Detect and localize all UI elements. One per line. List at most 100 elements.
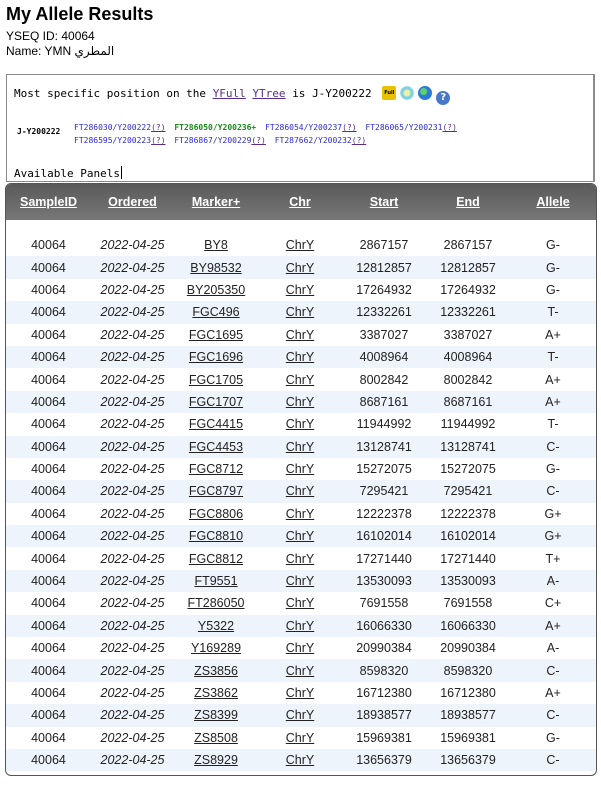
cell-sampleid: 40064 <box>6 547 91 570</box>
cell-marker: FGC8712 <box>174 457 258 481</box>
chr-link[interactable]: ChrY <box>286 574 314 588</box>
chr-link[interactable]: ChrY <box>286 350 314 364</box>
cell-start: 7295421 <box>342 480 426 503</box>
chr-link[interactable]: ChrY <box>286 596 314 610</box>
snp-info-link[interactable]: (?) <box>151 123 165 132</box>
cell-chr: ChrY <box>258 457 342 481</box>
chr-link[interactable]: ChrY <box>286 686 314 700</box>
marker-link[interactable]: FGC4453 <box>189 440 243 454</box>
marker-link[interactable]: FGC1705 <box>189 373 243 387</box>
chr-link[interactable]: ChrY <box>286 238 314 252</box>
snp-info-link[interactable]: (?) <box>442 123 456 132</box>
marker-link[interactable]: FGC4415 <box>189 417 243 431</box>
cell-start: 16712380 <box>342 681 426 705</box>
marker-link[interactable]: ZS8929 <box>194 753 238 767</box>
haplogroup-label: J-Y200222 <box>17 127 61 136</box>
chr-link[interactable]: ChrY <box>286 641 314 655</box>
marker-link[interactable]: ZS3856 <box>194 664 238 678</box>
marker-link[interactable]: FGC8797 <box>189 484 243 498</box>
chr-link[interactable]: ChrY <box>286 529 314 543</box>
help-icon[interactable]: ? <box>436 91 451 105</box>
table-row: 40064 2022-04-25 FGC496 ChrY 12332261 1233226… <box>6 301 596 324</box>
chr-link[interactable]: ChrY <box>286 552 314 566</box>
chr-link[interactable]: ChrY <box>286 753 314 767</box>
cell-allele: G- <box>510 278 596 302</box>
ytree-link[interactable]: YTree <box>252 87 285 100</box>
chr-link[interactable]: ChrY <box>286 708 314 722</box>
cell-start: 3387027 <box>342 323 426 346</box>
chr-link[interactable]: ChrY <box>286 507 314 521</box>
marker-link[interactable]: BY205350 <box>187 283 245 297</box>
cell-ordered: 2022-04-25 <box>91 726 174 749</box>
table-row: 40064 2022-04-25 FGC1696 ChrY 4008964 4008964… <box>6 345 596 369</box>
marker-link[interactable]: ZS8399 <box>194 708 238 722</box>
marker-link[interactable]: FGC496 <box>192 305 239 319</box>
cell-chr: ChrY <box>258 413 342 436</box>
cell-end: 17264932 <box>426 278 510 302</box>
sort-chr[interactable]: Chr <box>258 184 342 220</box>
chr-link[interactable]: ChrY <box>286 664 314 678</box>
cell-chr: ChrY <box>258 480 342 503</box>
sort-marker[interactable]: Marker+ <box>174 184 258 220</box>
cell-allele: T- <box>510 413 596 436</box>
marker-link[interactable]: FGC1707 <box>189 395 243 409</box>
cell-ordered: 2022-04-25 <box>91 547 174 570</box>
customer-name: Name: YMN المطري <box>6 44 115 58</box>
sort-ordered[interactable]: Ordered <box>91 184 174 220</box>
chr-link[interactable]: ChrY <box>286 328 314 342</box>
cell-ordered: 2022-04-25 <box>91 301 174 324</box>
sort-start[interactable]: Start <box>342 184 426 220</box>
chr-link[interactable]: ChrY <box>286 462 314 476</box>
cell-end: 17271440 <box>426 547 510 570</box>
cell-end: 8002842 <box>426 368 510 391</box>
chr-link[interactable]: ChrY <box>286 373 314 387</box>
marker-link[interactable]: FGC8806 <box>189 507 243 521</box>
marker-link[interactable]: FGC1695 <box>189 328 243 342</box>
marker-link[interactable]: FGC8810 <box>189 529 243 543</box>
snp-info-link[interactable]: (?) <box>251 136 265 145</box>
marker-link[interactable]: FGC1696 <box>189 350 243 364</box>
marker-link[interactable]: FGC8712 <box>189 462 243 476</box>
marker-link[interactable]: Y169289 <box>191 641 241 655</box>
marker-link[interactable]: ZS8508 <box>194 731 238 745</box>
table-row: 40064 2022-04-25 ZS8508 ChrY 15969381 1596938… <box>6 726 596 749</box>
cell-end: 16066330 <box>426 614 510 638</box>
chr-link[interactable]: ChrY <box>286 305 314 319</box>
snp-info-link[interactable]: (?) <box>342 123 356 132</box>
chr-link[interactable]: ChrY <box>286 619 314 633</box>
cell-start: 13656379 <box>342 748 426 772</box>
cell-chr: ChrY <box>258 368 342 391</box>
yfull-logo-icon[interactable]: Full <box>382 86 397 100</box>
globe-icon[interactable] <box>418 86 433 100</box>
marker-link[interactable]: BY98532 <box>190 261 241 275</box>
tree-icon[interactable] <box>400 86 415 100</box>
cell-marker: FGC1705 <box>174 368 258 391</box>
table-spacer <box>6 220 596 234</box>
marker-link[interactable]: BY8 <box>204 238 228 252</box>
chr-link[interactable]: ChrY <box>286 440 314 454</box>
cell-ordered: 2022-04-25 <box>91 345 174 369</box>
chr-link[interactable]: ChrY <box>286 261 314 275</box>
marker-link[interactable]: ZS3862 <box>194 686 238 700</box>
cell-end: 8687161 <box>426 390 510 414</box>
chr-link[interactable]: ChrY <box>286 283 314 297</box>
cell-allele: A- <box>510 637 596 660</box>
marker-link[interactable]: FGC8812 <box>189 552 243 566</box>
snp-info-link[interactable]: (?) <box>352 136 366 145</box>
yfull-link[interactable]: YFull <box>213 87 246 100</box>
snp-info-link[interactable]: (?) <box>151 136 165 145</box>
cell-end: 13656379 <box>426 748 510 772</box>
sort-sampleid[interactable]: SampleID <box>6 184 91 220</box>
chr-link[interactable]: ChrY <box>286 395 314 409</box>
cell-allele: A+ <box>510 390 596 414</box>
sort-allele[interactable]: Allele <box>510 184 596 220</box>
cell-end: 7295421 <box>426 480 510 503</box>
chr-link[interactable]: ChrY <box>286 484 314 498</box>
marker-link[interactable]: FT286050 <box>188 596 245 610</box>
table-header-row: SampleID Ordered Marker+ Chr Start End A… <box>6 184 596 220</box>
sort-end[interactable]: End <box>426 184 510 220</box>
marker-link[interactable]: Y5322 <box>198 619 234 633</box>
chr-link[interactable]: ChrY <box>286 731 314 745</box>
chr-link[interactable]: ChrY <box>286 417 314 431</box>
marker-link[interactable]: FT9551 <box>194 574 237 588</box>
